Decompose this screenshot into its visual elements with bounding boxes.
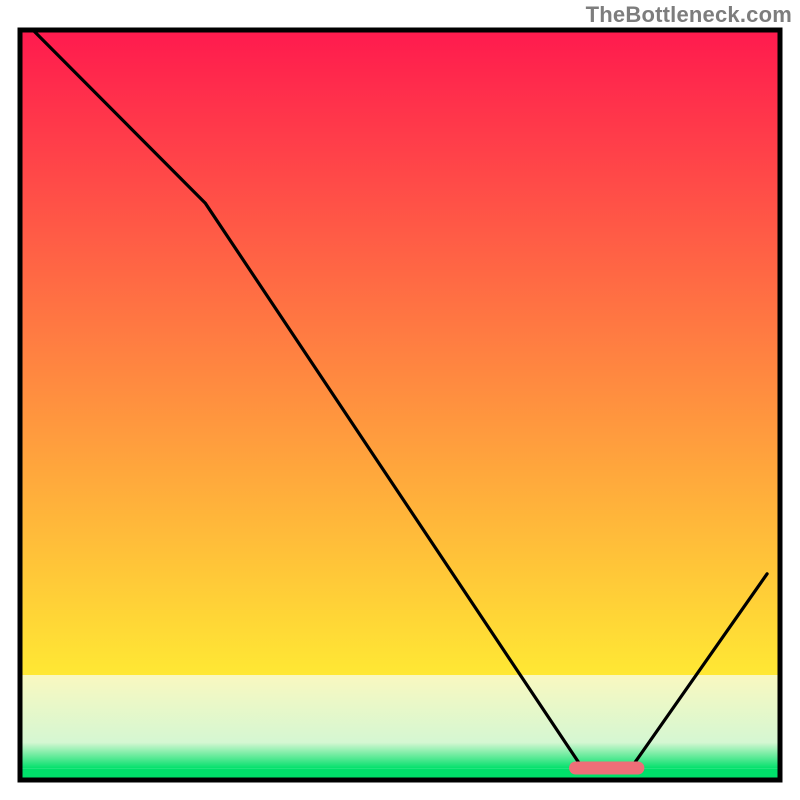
gradient-band — [20, 30, 780, 675]
gradient-band — [20, 675, 780, 743]
chart-stage: TheBottleneck.com — [0, 0, 800, 800]
bottleneck-plot — [0, 0, 800, 800]
gradient-band — [20, 743, 780, 769]
